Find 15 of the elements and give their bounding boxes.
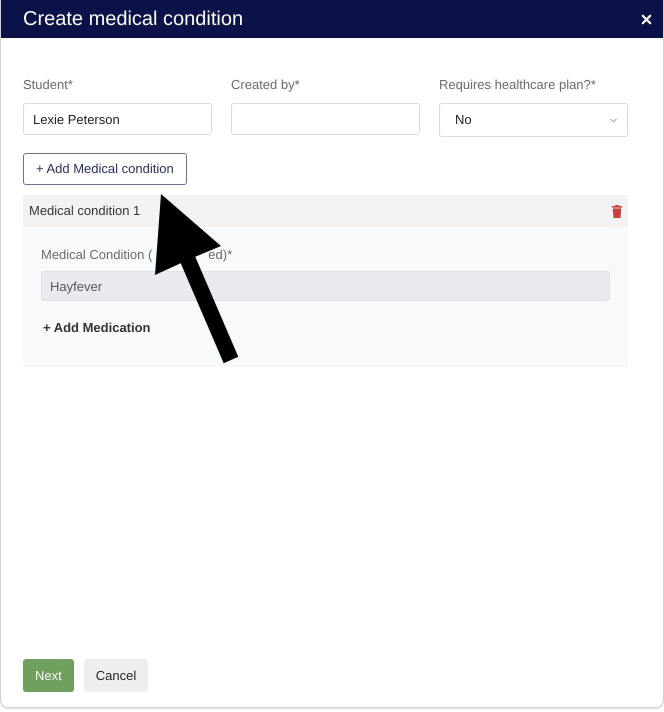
select-field[interactable]: No <box>439 103 628 137</box>
field-label: Student* <box>23 77 74 93</box>
field-label: ed)* <box>208 247 232 263</box>
add-condition-button[interactable]: + Add Medical condition <box>23 153 187 185</box>
field-label: Requires healthcare plan?* <box>439 77 597 93</box>
text-field[interactable]: Lexie Peterson <box>23 103 212 135</box>
trash-icon[interactable] <box>612 204 622 218</box>
add-medication-link[interactable]: + Add Medication <box>43 318 150 338</box>
text-field[interactable] <box>231 103 420 135</box>
close-icon[interactable] <box>639 12 654 26</box>
field-label: Medical Condition ( <box>41 247 152 263</box>
dialog-title: Create medical condition <box>23 7 244 32</box>
section-title: Medical condition 1 <box>29 202 140 220</box>
cancel-button[interactable]: Cancel <box>84 659 148 692</box>
field-label: Created by* <box>231 77 301 93</box>
